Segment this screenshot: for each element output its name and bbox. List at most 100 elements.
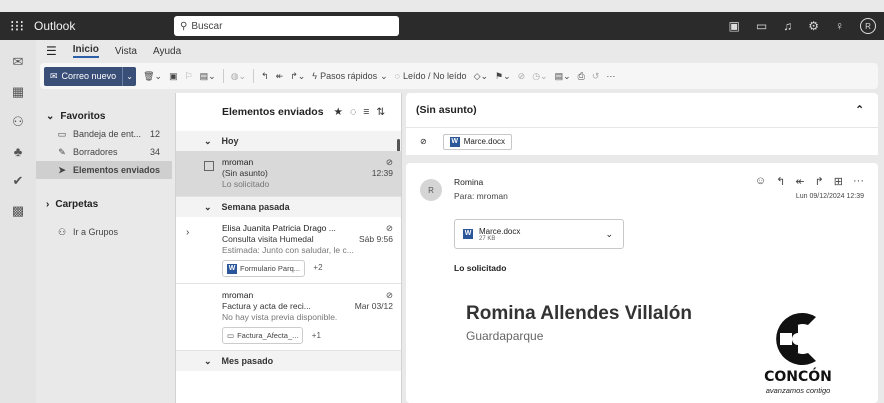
attachment-name: Marce.docx — [463, 137, 506, 146]
attachment-chip[interactable]: ▭ Factura_Afecta_... — [222, 327, 304, 344]
attachment-card[interactable]: W Marce.docx 27 KB ⌄ — [454, 219, 624, 249]
title-bar: ⁝⁝⁝ Outlook ⚲ Buscar ▣ ▭ ♫ ⚙ ♀ R — [0, 12, 884, 40]
hamburger-icon[interactable]: ☰ — [46, 44, 57, 58]
chevron-down-icon[interactable]: ⌄ — [605, 229, 613, 240]
go-to-groups[interactable]: ⚇ Ir a Grupos — [36, 223, 172, 241]
favorites-header[interactable]: ⌄ Favoritos — [36, 107, 172, 125]
more-icon[interactable]: ··· — [853, 175, 864, 188]
reply-button[interactable]: ↰ — [261, 71, 269, 82]
undo-button[interactable]: ↺ — [592, 71, 600, 82]
todo-icon[interactable]: ✔ — [13, 173, 24, 189]
forward-icon[interactable]: ↱ — [815, 175, 824, 188]
reply-all-button[interactable]: ↞ — [276, 71, 284, 82]
message-item[interactable]: mroman ⊘ (Sin asunto) 12:39 Lo solicitado — [176, 151, 401, 197]
app-launcher-icon[interactable]: ⁝⁝⁝ — [0, 17, 34, 35]
select-checkbox[interactable] — [204, 161, 214, 171]
folder-item-drafts[interactable]: ✎ Borradores 34 — [36, 143, 172, 161]
divider — [253, 69, 255, 83]
sender-name[interactable]: Romina — [454, 177, 483, 187]
group-header-today[interactable]: ⌄ Hoy — [176, 131, 401, 151]
forward-button[interactable]: ↱⌄ — [290, 71, 305, 82]
sweep-button[interactable]: ⚐ — [185, 71, 193, 82]
report-button[interactable]: ◍⌄ — [231, 71, 246, 82]
reply-all-icon[interactable]: ↞ — [795, 175, 804, 188]
mail-icon[interactable]: ✉ — [13, 54, 24, 70]
message-date: Lun 09/12/2024 12:39 — [795, 193, 864, 200]
new-mail-button[interactable]: ✉ Correo nuevo — [44, 66, 123, 86]
attachments-bar: ⊘ W Marce.docx — [406, 127, 878, 155]
print-button[interactable]: ⎙ — [578, 71, 585, 82]
teams-icon[interactable]: ▣ — [729, 19, 740, 33]
sort-icon[interactable]: ⇅ — [376, 106, 385, 118]
apps-icon[interactable]: ▩ — [12, 203, 24, 219]
folder-item-inbox[interactable]: ▭ Bandeja de ent... 12 — [36, 125, 172, 143]
tips-icon[interactable]: ♀ — [835, 19, 844, 33]
attachment-chip[interactable]: W Marce.docx — [442, 133, 513, 150]
app-name: Outlook — [34, 19, 76, 33]
new-mail-button-group: ✉ Correo nuevo ⌄ — [44, 66, 137, 86]
message-item[interactable]: › Elisa Juanita Patricia Drago ... ⊘ Cons… — [176, 217, 401, 284]
expand-thread-icon[interactable]: › — [186, 227, 189, 238]
attachment-chip[interactable]: W Formulario Parq... — [222, 260, 306, 277]
envelope-icon: ✉ — [50, 70, 58, 81]
message-item[interactable]: mroman ⊘ Factura y acta de reci... Mar 03/… — [176, 284, 401, 351]
sender-avatar[interactable]: R — [420, 179, 442, 201]
account-avatar[interactable]: R — [860, 18, 876, 34]
star-icon[interactable]: ★ — [334, 106, 343, 118]
pin-button[interactable]: ⊘ — [518, 71, 526, 82]
notifications-icon[interactable]: ♫ — [783, 19, 792, 33]
attachment-name: Formulario Parq... — [240, 264, 301, 273]
copilot-icon[interactable]: ◌ — [350, 106, 356, 118]
group-header-last-week[interactable]: ⌄ Semana pasada — [176, 197, 401, 217]
folder-pane: ⌄ Favoritos ▭ Bandeja de ent... 12 ✎ Bor… — [36, 93, 172, 403]
flag-button[interactable]: ⚑⌄ — [495, 71, 511, 82]
calendar-icon[interactable]: ▦ — [12, 84, 24, 100]
feedback-icon[interactable]: ▭ — [756, 19, 767, 33]
more-options-button[interactable]: ··· — [606, 71, 615, 81]
tab-inicio[interactable]: Inicio — [72, 44, 99, 58]
draft-count: 34 — [149, 147, 160, 157]
search-box[interactable]: ⚲ Buscar — [174, 16, 399, 36]
rules-button[interactable]: ▤⌄ — [555, 71, 571, 82]
archive-button[interactable]: ▣ — [169, 71, 178, 82]
new-mail-dropdown[interactable]: ⌄ — [122, 66, 137, 86]
folder-title: Elementos enviados — [222, 106, 324, 118]
reply-icon[interactable]: ↰ — [776, 175, 785, 188]
delete-button[interactable]: 🗑⌄ — [143, 71, 162, 82]
unread-count: 12 — [149, 129, 160, 139]
move-button[interactable]: ▤⌄ — [200, 71, 216, 82]
collapse-icon[interactable]: ⌃ — [855, 104, 864, 116]
people-icon[interactable]: ⚇ — [12, 114, 24, 130]
word-icon: W — [463, 229, 473, 239]
tab-ayuda[interactable]: Ayuda — [153, 46, 181, 57]
grid-icon[interactable]: ⊞ — [834, 175, 843, 188]
title-icons: ▣ ▭ ♫ ⚙ ♀ R — [729, 12, 876, 40]
tab-vista[interactable]: Vista — [115, 46, 137, 57]
settings-icon[interactable]: ⚙ — [808, 19, 819, 33]
lightning-icon: ϟ — [312, 71, 318, 81]
chevron-right-icon: › — [46, 198, 50, 210]
more-attachments[interactable]: +1 — [312, 330, 321, 341]
more-attachments[interactable]: +2 — [313, 262, 322, 273]
ribbon-tabs: ☰ Inicio Vista Ayuda — [36, 40, 884, 62]
folders-label: Carpetas — [55, 198, 99, 210]
chevron-down-icon: ⌄ — [46, 110, 55, 122]
message-preview: Estimada: Junto con saludar, le c... — [222, 245, 354, 255]
groups-icon[interactable]: ♣ — [14, 144, 23, 159]
folders-header[interactable]: › Carpetas — [36, 195, 172, 213]
emoji-icon[interactable]: ☺ — [755, 175, 766, 188]
group-header-last-month[interactable]: ⌄ Mes pasado — [176, 351, 401, 371]
attachment-icon: ⊘ — [385, 223, 393, 233]
quick-steps-label: Pasos rápidos — [320, 71, 378, 81]
attachment-name: Factura_Afecta_... — [237, 331, 299, 340]
pdf-icon: ▭ — [227, 331, 235, 340]
filter-icon[interactable]: ≡ — [363, 106, 369, 118]
chevron-down-icon: ⌄ — [204, 135, 212, 146]
read-unread-button[interactable]: ◌ Leído / No leído — [395, 71, 467, 81]
folder-item-sent[interactable]: ➤ Elementos enviados — [36, 161, 172, 179]
logo-subtitle: avanzamos contigo — [765, 386, 831, 395]
tag-button[interactable]: ◇⌄ — [474, 71, 488, 82]
snooze-button[interactable]: ◷⌄ — [532, 71, 547, 82]
inbox-icon: ▭ — [57, 128, 67, 139]
quick-steps-button[interactable]: ϟ Pasos rápidos ⌄ — [312, 71, 387, 82]
